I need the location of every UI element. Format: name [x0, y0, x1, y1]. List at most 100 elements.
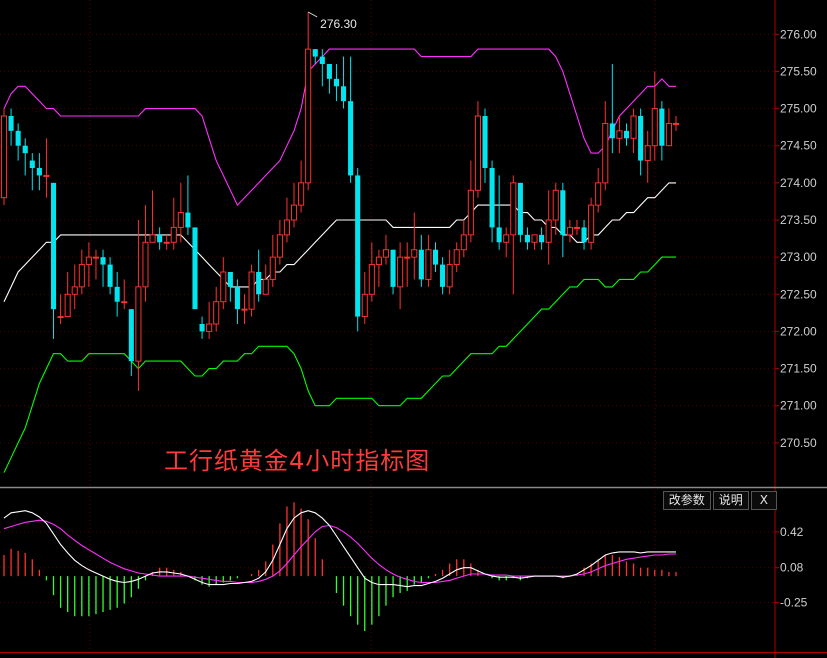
close-button[interactable]: X	[750, 491, 777, 510]
candle-body-up	[644, 145, 651, 162]
candle	[630, 108, 637, 154]
candle	[248, 264, 255, 317]
candle	[234, 279, 240, 324]
candle-body-up	[602, 122, 609, 184]
candle-body-up	[142, 241, 149, 288]
candle-body-up	[220, 271, 227, 303]
candle-body-up	[510, 182, 517, 236]
candle-body-down	[517, 182, 523, 235]
candle-body-up	[121, 301, 128, 304]
candle-body-up	[368, 264, 375, 295]
candle	[121, 279, 128, 310]
candle	[375, 249, 382, 287]
candle	[298, 160, 305, 213]
indicator-toolbar: 改参数 说明 X	[662, 491, 777, 510]
candle	[573, 220, 581, 235]
candle-body-up	[630, 115, 637, 139]
candle-body-down	[128, 309, 134, 362]
candle	[149, 190, 156, 243]
candle-body-down	[199, 324, 205, 332]
change-params-button[interactable]: 改参数	[662, 491, 711, 510]
candle	[665, 108, 672, 147]
candle-body-up	[213, 301, 220, 325]
candle-body-up	[135, 286, 142, 362]
candle-body-up	[397, 256, 404, 288]
candle	[64, 272, 71, 318]
candle	[524, 227, 530, 250]
candle	[8, 108, 14, 146]
candle-body-down	[390, 249, 396, 287]
candle-body-down	[319, 56, 325, 64]
candle-body-down	[489, 168, 495, 228]
candle	[432, 242, 439, 272]
candle-body-down	[22, 145, 28, 154]
candle	[170, 197, 177, 250]
candle	[616, 116, 623, 154]
candle	[333, 64, 340, 102]
candle-body-down	[340, 86, 347, 102]
candle-body-up	[616, 130, 623, 139]
candle-body-down	[496, 227, 502, 243]
candle	[128, 309, 134, 376]
candle-body-down	[440, 264, 446, 287]
candle	[290, 182, 298, 228]
candle	[185, 175, 191, 235]
candle-body-down	[36, 168, 42, 176]
candle	[269, 234, 276, 287]
candle	[531, 234, 538, 250]
candle	[85, 242, 92, 287]
candle-body-up	[149, 234, 156, 243]
candle-body-down	[15, 130, 21, 146]
candle-body-down	[29, 160, 35, 168]
candle-body-up	[248, 271, 255, 310]
mid-band-line	[3, 182, 676, 302]
y-tick-label: 273.00	[780, 250, 817, 264]
candle	[43, 138, 50, 198]
upper-band-line	[3, 48, 676, 207]
candle-body-up	[64, 293, 71, 318]
candle	[560, 182, 566, 258]
candle	[199, 316, 205, 339]
candle-body-up	[57, 316, 64, 319]
candle-body-up	[545, 219, 552, 243]
candle	[142, 205, 149, 302]
candle	[453, 242, 460, 272]
candle	[588, 197, 595, 250]
candle	[539, 227, 545, 250]
dea-line	[3, 519, 676, 584]
candle-body-up	[269, 256, 276, 280]
candle-body-up	[453, 249, 460, 266]
candle	[305, 12, 312, 191]
candle-body-down	[50, 182, 57, 310]
candle	[22, 138, 28, 176]
candle	[107, 257, 113, 295]
candle-body-down	[227, 272, 233, 287]
macd-tick-label: 0.42	[780, 525, 804, 539]
candle-body-up	[595, 182, 602, 206]
y-tick-label: 272.00	[780, 324, 817, 338]
candle-body-up	[552, 189, 559, 221]
candle	[283, 197, 290, 243]
candle	[440, 257, 446, 295]
candle	[411, 212, 418, 280]
candle	[517, 182, 523, 243]
candle-body-up	[262, 278, 269, 295]
candle	[227, 272, 233, 302]
candle	[241, 294, 248, 324]
candle	[29, 153, 35, 191]
candle-body-down	[623, 130, 630, 139]
chart-window: 276.00 275.50 275.00 274.50 274.00 273.50 273.…	[0, 0, 827, 658]
candle-body-up	[305, 48, 312, 184]
candle	[638, 108, 644, 176]
y-tick-label: 272.50	[780, 287, 817, 301]
candle	[390, 249, 396, 295]
candle	[100, 249, 106, 287]
help-button[interactable]: 说明	[712, 491, 749, 510]
candle-body-down	[560, 190, 566, 235]
y-tick-label: 276.00	[780, 27, 817, 41]
candle	[114, 272, 120, 317]
chart-caption: 工行纸黄金4小时指标图	[164, 447, 431, 475]
candle	[163, 234, 170, 250]
candle	[262, 264, 269, 295]
candle	[566, 220, 573, 243]
